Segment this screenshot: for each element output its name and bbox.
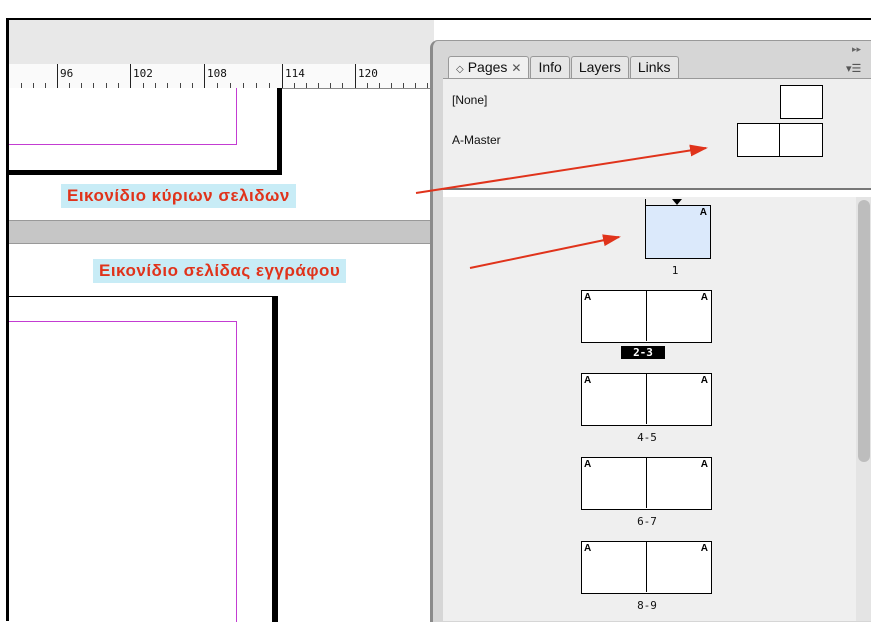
page-gap-band	[9, 220, 434, 244]
callout-document-page-icon: Εικονίδιο σελίδας εγγράφου	[93, 259, 347, 283]
master-prefix: A	[699, 207, 707, 218]
tab-grip-icon: ◇	[456, 64, 464, 75]
master-prefix-right: A	[700, 375, 708, 386]
master-prefix-right: A	[700, 292, 708, 303]
master-prefix-left: A	[584, 459, 592, 470]
margin-guide-lower	[9, 321, 237, 622]
page-thumbnail-8-9[interactable]: A A	[581, 541, 712, 594]
collapse-panel-icon[interactable]: ▸▸	[852, 44, 861, 55]
scrollbar-thumb[interactable]	[858, 200, 870, 462]
ruler-tick-102: 102	[133, 67, 153, 80]
tab-links-label: Links	[637, 59, 671, 75]
page-label-8-9[interactable]: 8-9	[617, 599, 677, 612]
a-master-thumbnail[interactable]	[737, 123, 823, 157]
page-thumbnail-2-3[interactable]: A A	[581, 290, 712, 343]
page-thumbnail-4-5[interactable]: A A	[581, 373, 712, 426]
master-prefix-left: A	[584, 292, 592, 303]
ruler-tick-114: 114	[285, 67, 305, 80]
canvas-header	[9, 20, 434, 64]
page-label-4-5[interactable]: 4-5	[617, 431, 677, 444]
master-prefix-left: A	[584, 375, 592, 386]
margin-guide-upper	[9, 88, 237, 145]
master-none-thumbnail[interactable]	[780, 85, 823, 119]
callout-master-icon: Εικονίδιο κύριων σελιδων	[61, 184, 296, 208]
ruler-tick-96: 96	[60, 67, 74, 80]
panel-menu-icon[interactable]: ▾☰	[846, 62, 861, 75]
ruler-tick-108: 108	[207, 67, 227, 80]
page-label-6-7[interactable]: 6-7	[617, 515, 677, 528]
master-prefix-left: A	[584, 543, 592, 554]
close-icon[interactable]: ✕	[511, 61, 521, 75]
tab-info-label: Info	[538, 59, 562, 75]
tab-pages-label: Pages	[467, 59, 508, 75]
tab-info[interactable]: Info	[530, 56, 570, 78]
page-thumbnail-1[interactable]: A	[645, 205, 711, 259]
master-prefix-right: A	[700, 459, 708, 470]
master-none-label[interactable]: [None]	[452, 93, 487, 107]
panel-tabs: ◇ Pages ✕ Info Layers Links	[448, 56, 680, 78]
tab-layers[interactable]: Layers	[570, 56, 629, 78]
screenshot-frame: 96 102 108 114 120 ▸▸ ▾☰ ◇ Pages ✕ Info La…	[0, 0, 871, 622]
top-blank	[0, 0, 871, 18]
horizontal-ruler[interactable]: 96 102 108 114 120	[9, 64, 434, 89]
tab-pages[interactable]: ◇ Pages ✕	[448, 56, 530, 78]
master-prefix-right: A	[700, 543, 708, 554]
tab-links[interactable]: Links	[629, 56, 679, 78]
ruler-tick-120: 120	[358, 67, 378, 80]
page-thumbnail-6-7[interactable]: A A	[581, 457, 712, 510]
page-label-1[interactable]: 1	[645, 264, 705, 277]
page-label-2-3[interactable]: 2-3	[621, 346, 665, 359]
a-master-label[interactable]: A-Master	[452, 133, 501, 147]
tab-layers-label: Layers	[578, 59, 621, 75]
